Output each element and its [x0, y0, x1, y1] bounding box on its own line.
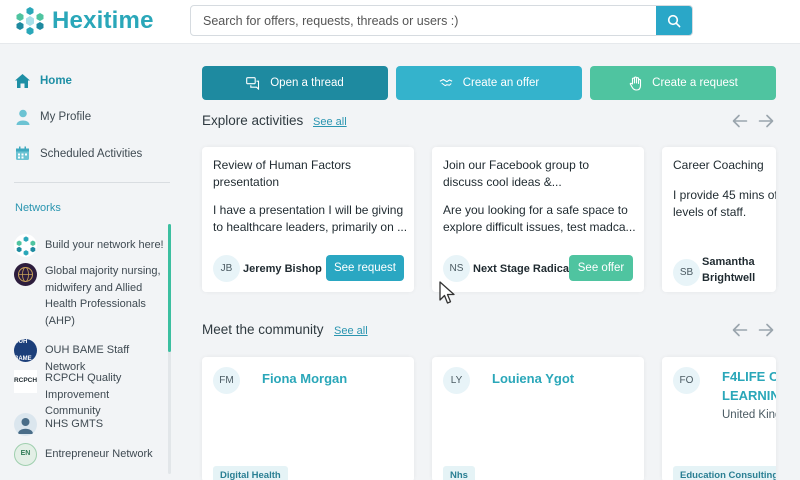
- explore-next-arrow-icon[interactable]: [757, 112, 775, 130]
- network-item-entrepreneur[interactable]: EN Entrepreneur Network: [14, 443, 166, 466]
- user-icon: [14, 108, 31, 125]
- explore-see-all-link[interactable]: See all: [313, 116, 347, 128]
- search-icon: [667, 14, 681, 27]
- explore-prev-arrow-icon[interactable]: [731, 112, 749, 130]
- member-card[interactable]: LY Louiena Ygot Nhs: [432, 357, 644, 480]
- avatar: SB: [673, 259, 700, 286]
- network-item-global-majority[interactable]: Global majority nursing, midwifery and A…: [14, 263, 166, 329]
- network-item-nhs-gmts[interactable]: NHS GMTS: [14, 413, 166, 436]
- avatar: LY: [443, 367, 470, 394]
- chat-icon: [246, 76, 260, 90]
- member-name[interactable]: F4LIFE O LEARNIN: [722, 367, 776, 405]
- create-offer-button[interactable]: Create an offer: [396, 66, 582, 100]
- create-request-button[interactable]: Create a request: [590, 66, 776, 100]
- member-card[interactable]: FM Fiona Morgan Digital Health: [202, 357, 414, 480]
- mouse-cursor-icon: [439, 281, 455, 304]
- sidebar-divider: [14, 182, 170, 183]
- sidebar-item-scheduled-activities[interactable]: Scheduled Activities: [14, 145, 142, 162]
- calendar-icon: [14, 145, 31, 162]
- member-tag: Education Consulting: [673, 466, 776, 480]
- community-title: Meet the community: [202, 322, 324, 337]
- member-name[interactable]: Louiena Ygot: [492, 369, 574, 388]
- app-logo[interactable]: Hexitime: [14, 5, 154, 37]
- activity-title: Review of Human Factors presentation: [213, 158, 352, 189]
- activity-description: Are you looking for a safe space to expl…: [443, 203, 636, 234]
- activity-card[interactable]: Join our Facebook group to discuss cool …: [432, 147, 644, 292]
- search-input[interactable]: [191, 6, 658, 35]
- avatar: NS: [443, 255, 470, 282]
- explore-activities-title: Explore activities: [202, 113, 304, 128]
- see-request-button[interactable]: See request: [326, 255, 404, 281]
- member-tag: Nhs: [443, 466, 475, 480]
- sidebar-item-label: Scheduled Activities: [40, 147, 143, 160]
- sidebar-item-home[interactable]: Home: [14, 72, 72, 89]
- search-button[interactable]: [656, 6, 692, 35]
- home-icon: [14, 72, 31, 89]
- member-tag: Digital Health: [213, 466, 288, 480]
- activity-title: Join our Facebook group to discuss cool …: [443, 158, 590, 189]
- hexitime-logo-icon: [16, 7, 44, 35]
- open-thread-button[interactable]: Open a thread: [202, 66, 388, 100]
- networks-scrollbar-thumb[interactable]: [168, 224, 171, 352]
- open-thread-label: Open a thread: [270, 77, 344, 89]
- sidebar: Home My Profile Scheduled Activities Net…: [0, 44, 180, 480]
- member-name[interactable]: Fiona Morgan: [262, 369, 347, 388]
- activity-title: Career Coaching: [673, 158, 764, 172]
- handshake-icon: [439, 76, 453, 90]
- networks-heading: Networks: [15, 202, 61, 214]
- globe-avatar: [14, 263, 37, 286]
- app-name: Hexitime: [52, 7, 154, 34]
- top-bar: Hexitime: [0, 0, 800, 44]
- avatar: FM: [213, 367, 240, 394]
- sidebar-item-label: Home: [40, 74, 72, 87]
- avatar: FO: [673, 367, 700, 394]
- activity-owner[interactable]: Jeremy Bishop: [243, 261, 322, 277]
- activity-card[interactable]: Career Coaching I provide 45 mins of to …: [662, 147, 776, 292]
- activity-owner[interactable]: Next Stage Radicals: [473, 261, 578, 277]
- network-label: Global majority nursing, midwifery and A…: [45, 265, 161, 327]
- see-offer-button[interactable]: See offer: [569, 255, 633, 281]
- sidebar-item-label: My Profile: [40, 110, 92, 123]
- activity-owner[interactable]: Samantha Brightwell: [702, 254, 772, 286]
- member-location: United King: [722, 409, 776, 421]
- activity-description: I provide 45 mins of to all levels of st…: [673, 188, 776, 219]
- network-item-build[interactable]: Build your network here!: [14, 234, 166, 257]
- sidebar-item-my-profile[interactable]: My Profile: [14, 108, 91, 125]
- create-request-label: Create a request: [652, 77, 738, 89]
- network-label: Build your network here!: [45, 239, 164, 251]
- network-label: NHS GMTS: [45, 418, 104, 430]
- community-see-all-link[interactable]: See all: [334, 325, 368, 337]
- community-next-arrow-icon[interactable]: [757, 321, 775, 339]
- member-card[interactable]: FO F4LIFE O LEARNIN United King Educatio…: [662, 357, 776, 480]
- ouh-avatar: OUH BAME: [14, 339, 37, 362]
- search-bar: [190, 5, 693, 36]
- entrepreneur-avatar: EN: [14, 443, 37, 466]
- nhs-gmts-avatar: [14, 413, 37, 436]
- community-prev-arrow-icon[interactable]: [731, 321, 749, 339]
- avatar: JB: [213, 255, 240, 282]
- create-offer-label: Create an offer: [462, 77, 540, 89]
- network-label: Entrepreneur Network: [45, 448, 153, 460]
- activity-description: I have a presentation I will be giving t…: [213, 203, 408, 234]
- rcpch-avatar: RCPCH: [14, 370, 37, 393]
- hexitime-logo-icon: [14, 234, 37, 257]
- hand-icon: [628, 75, 642, 91]
- activity-card[interactable]: Review of Human Factors presentation I h…: [202, 147, 414, 292]
